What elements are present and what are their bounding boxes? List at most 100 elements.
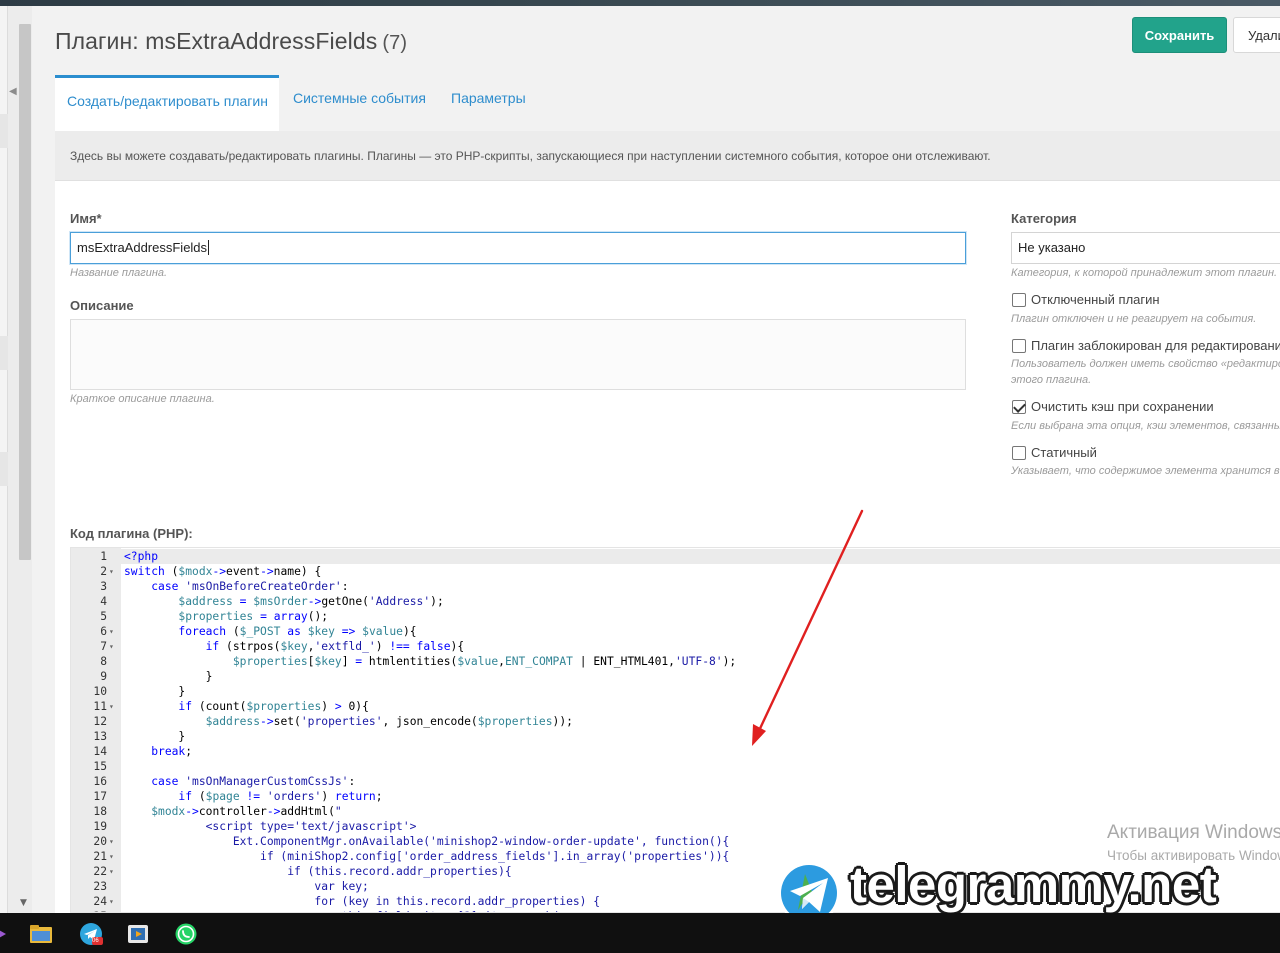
code-line[interactable]: 8 $properties[$key] = htmlentities($valu… [71, 654, 1280, 669]
name-input[interactable]: msExtraAddressFields [70, 232, 966, 264]
code-token: case [151, 775, 179, 788]
code-line[interactable]: 14 break; [71, 744, 1280, 759]
code-line[interactable]: 1 <?php [71, 549, 1280, 564]
description-help: Краткое описание плагина. [70, 393, 215, 405]
code-token: !== [389, 640, 410, 653]
scroll-down-arrow-icon[interactable]: ▼ [20, 898, 27, 908]
purple-app-icon[interactable] [0, 922, 8, 946]
code-token: $_POST [239, 625, 281, 638]
code-text: for (key in this.record.addr_properties)… [124, 894, 600, 909]
tab-system-events[interactable]: Системные события [293, 75, 426, 131]
collapse-arrow-icon[interactable]: ◀ [9, 86, 17, 97]
code-line[interactable]: 17 if ($page != 'orders') return; [71, 789, 1280, 804]
code-token: -> [307, 595, 322, 608]
tab-edit-plugin[interactable]: Создать/редактировать плагин [55, 75, 279, 131]
code-token: ) [321, 790, 335, 803]
fold-arrow-icon[interactable]: ▾ [109, 834, 119, 849]
code-line[interactable]: 11 ▾ if (count($properties) > 0){ [71, 699, 1280, 714]
code-line[interactable]: 7 ▾ if (strpos($key,'extfld_') !== false)… [71, 639, 1280, 654]
code-line[interactable]: 2 ▾ switch ($modx->event->name) { [71, 564, 1280, 579]
code-text: case 'msOnBeforeCreateOrder': [124, 579, 349, 594]
code-line[interactable]: 13 } [71, 729, 1280, 744]
line-number: 19 [93, 820, 107, 833]
fold-arrow-icon[interactable]: ▾ [109, 849, 119, 864]
code-token: ){ [450, 640, 465, 653]
code-token: <script type='text/javascript'> [124, 820, 417, 833]
code-line[interactable]: 20 ▾ Ext.ComponentMgr.onAvailable('minish… [71, 834, 1280, 849]
code-text: if (miniShop2.config['order_address_fiel… [124, 849, 729, 864]
code-token: ) [375, 640, 390, 653]
line-number: 20 [93, 835, 107, 848]
fold-arrow-icon[interactable]: ▾ [109, 699, 119, 714]
delete-button[interactable]: Удалить [1233, 17, 1280, 53]
fold-arrow-icon[interactable]: ▾ [109, 864, 119, 879]
left-sidebar-band [0, 452, 8, 486]
code-token: : [341, 580, 349, 593]
code-token: $msOrder [253, 595, 308, 608]
code-line[interactable]: 4 $address = $msOrder->getOne('Address')… [71, 594, 1280, 609]
category-select[interactable]: Не указано [1011, 232, 1280, 264]
left-sidebar-collapsed[interactable] [0, 6, 8, 913]
code-line[interactable]: 9 } [71, 669, 1280, 684]
folder-icon[interactable] [29, 922, 53, 946]
category-help: Категория, к которой принадлежит этот пл… [1011, 267, 1278, 279]
fold-arrow-icon[interactable]: ▾ [109, 564, 119, 579]
code-line[interactable]: 6 ▾ foreach ($_POST as $key => $value){ [71, 624, 1280, 639]
line-number: 21 [93, 850, 107, 863]
locked-checkbox-label[interactable]: Плагин заблокирован для редактирования [1031, 338, 1280, 353]
media-player-icon[interactable] [126, 922, 150, 946]
code-token: : [348, 775, 356, 788]
code-line[interactable]: 15 [71, 759, 1280, 774]
code-token: } [124, 685, 186, 698]
code-token: 'extfld_' [314, 640, 376, 653]
code-token: case [151, 580, 179, 593]
code-line[interactable]: 19 <script type='text/javascript'> [71, 819, 1280, 834]
code-line[interactable]: 3 case 'msOnBeforeCreateOrder': [71, 579, 1280, 594]
code-text: $properties[$key] = htmlentities($value,… [124, 654, 736, 669]
code-token: 'orders' [266, 790, 322, 803]
category-label: Категория [1011, 211, 1077, 226]
line-number: 11 [93, 700, 107, 713]
clear-cache-checkbox-label[interactable]: Очистить кэш при сохранении [1031, 399, 1214, 414]
code-line[interactable]: 5 $properties = array(); [71, 609, 1280, 624]
code-token: return [334, 790, 376, 803]
whatsapp-icon[interactable] [174, 922, 198, 946]
disabled-checkbox[interactable] [1012, 293, 1026, 307]
code-line[interactable]: 12 $address->set('properties', json_enco… [71, 714, 1280, 729]
code-token: getOne( [321, 595, 369, 608]
code-line[interactable]: 18 $modx->controller->addHtml(" [71, 804, 1280, 819]
code-line[interactable]: 10 } [71, 684, 1280, 699]
fold-arrow-icon[interactable]: ▾ [109, 624, 119, 639]
save-button[interactable]: Сохранить [1132, 17, 1227, 53]
clear-cache-checkbox[interactable] [1012, 400, 1026, 414]
locked-checkbox[interactable] [1012, 339, 1026, 353]
telegram-icon[interactable] [79, 922, 103, 946]
fold-arrow-icon[interactable]: ▾ [109, 894, 119, 909]
fold-arrow-icon[interactable]: ▾ [109, 639, 119, 654]
code-token: if [178, 700, 193, 713]
code-token: ; [185, 745, 193, 758]
page-title-count: (7) [382, 32, 408, 54]
description-textarea[interactable] [70, 319, 966, 390]
static-checkbox-label[interactable]: Статичный [1031, 445, 1097, 460]
code-token: $properties [246, 700, 322, 713]
disabled-checkbox-label[interactable]: Отключенный плагин [1031, 292, 1160, 307]
locked-help: Пользователь должен иметь свойство «реда… [1011, 358, 1280, 370]
code-text: <script type='text/javascript'> [124, 819, 417, 834]
tab-parameters[interactable]: Параметры [451, 75, 526, 131]
code-token: $value [457, 655, 499, 668]
code-token: , [498, 655, 505, 668]
code-token: ) [321, 700, 335, 713]
code-text: Ext.ComponentMgr.onAvailable('minishop2-… [124, 834, 730, 849]
static-help: Указывает, что содержимое элемента храни… [1011, 465, 1280, 477]
line-number: 13 [93, 730, 107, 743]
code-token: ){ [402, 625, 417, 638]
code-line[interactable]: 16 case 'msOnManagerCustomCssJs': [71, 774, 1280, 789]
code-token: for (key in this.record.addr_properties)… [124, 895, 601, 908]
code-token: break [151, 745, 186, 758]
static-checkbox[interactable] [1012, 446, 1026, 460]
left-scrollbar-thumb[interactable] [19, 24, 31, 560]
